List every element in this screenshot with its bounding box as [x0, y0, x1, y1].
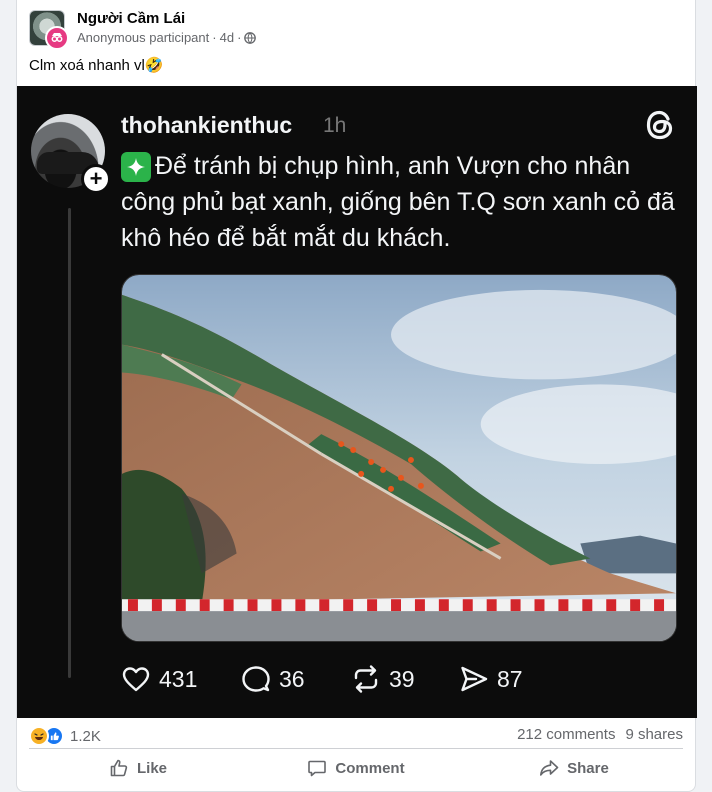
like-button[interactable]: Like: [29, 752, 247, 784]
post-image[interactable]: + thohankienthuc 1h Để tránh bị chụp hìn…: [17, 86, 697, 718]
anonymous-icon: [45, 26, 69, 50]
comment-count[interactable]: 212 comments: [517, 726, 615, 743]
reaction-count: 1.2K: [70, 727, 101, 745]
author-name: Anonymous participant: [77, 30, 210, 45]
threads-username: thohankienthuc: [121, 112, 293, 138]
threads-comment-action: 36: [241, 664, 305, 694]
threads-logo-icon: [646, 110, 673, 140]
meta-separator: ·: [212, 30, 217, 45]
share-button[interactable]: Share: [465, 752, 683, 784]
threads-like-action: 431: [121, 664, 197, 694]
send-icon: [461, 666, 488, 692]
threads-repost-action: 39: [351, 664, 415, 694]
threads-text: Để tránh bị chụp hình, anh Vượn cho nhân…: [121, 148, 681, 256]
threads-actions: 431 36 39 87: [121, 664, 641, 698]
like-button-label: Like: [136, 759, 167, 777]
haha-reaction-icon: [29, 726, 49, 746]
post-time[interactable]: 4d: [220, 30, 234, 46]
globe-icon: [244, 32, 257, 44]
heart-icon: [122, 667, 150, 692]
threads-time: 1h: [323, 114, 347, 137]
action-bar: Like Comment Share: [29, 752, 683, 784]
meta-separator: ·: [237, 30, 242, 45]
threads-share-count: 87: [497, 665, 523, 692]
threads-repost-count: 39: [389, 665, 415, 692]
post-meta: Anonymous participant · 4d ·: [77, 30, 257, 46]
hillside-photo: [121, 274, 677, 642]
threads-text-body: Để tránh bị chụp hình, anh Vượn cho nhân…: [121, 152, 675, 252]
threads-share-action: 87: [459, 664, 523, 694]
reactions-summary[interactable]: 1.2K: [29, 726, 101, 746]
repost-icon: [354, 665, 378, 693]
post-header: Người Cầm Lái Anonymous participant · 4d…: [29, 10, 683, 50]
share-button-label: Share: [567, 759, 609, 777]
sparkle-icon: [121, 152, 151, 182]
comment-bubble-icon: [242, 666, 270, 692]
comment-button[interactable]: Comment: [247, 752, 465, 784]
thumbs-up-icon: [110, 759, 128, 777]
comment-icon: [308, 760, 327, 777]
group-name[interactable]: Người Cầm Lái: [77, 10, 185, 28]
thread-line: [68, 208, 71, 678]
post-caption: Clm xoá nhanh vl🤣: [29, 57, 164, 74]
engagement-counts: 212 comments 9 shares: [517, 726, 683, 743]
action-divider: [29, 748, 683, 749]
comment-button-label: Comment: [335, 759, 405, 777]
follow-plus-icon: +: [81, 164, 111, 194]
post-card: Người Cầm Lái Anonymous participant · 4d…: [16, 0, 697, 792]
share-count[interactable]: 9 shares: [625, 726, 683, 743]
share-arrow-icon: [540, 760, 559, 776]
threads-comment-count: 36: [279, 665, 305, 692]
post-stats: 1.2K 212 comments 9 shares: [29, 726, 683, 746]
threads-like-count: 431: [159, 665, 198, 692]
